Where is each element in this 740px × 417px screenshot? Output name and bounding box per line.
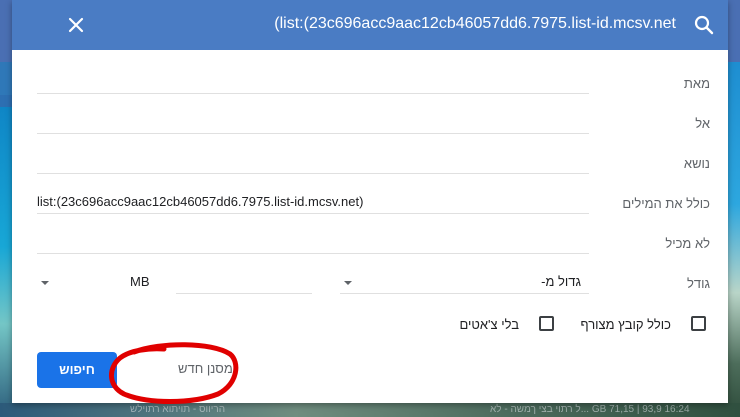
has-words-field[interactable]: list:(23c696acc9aac12cb46057dd6.7975.lis… (37, 190, 589, 214)
search-button[interactable]: חיפוש (37, 352, 117, 388)
from-label: מאת (683, 76, 710, 91)
doesnt-have-label: לא מכיל (665, 236, 710, 251)
doesnt-have-field[interactable] (37, 230, 589, 254)
has-attachment-label: כולל קובץ מצורף (580, 317, 672, 332)
subject-field[interactable] (37, 150, 589, 174)
size-operator-select[interactable]: גדול מ- (340, 270, 589, 294)
close-icon (68, 17, 84, 33)
background-right-edge (728, 62, 740, 417)
subject-label: נושא (683, 156, 710, 171)
has-words-label: כולל את המילים (622, 196, 710, 211)
has-words-value: list:(23c696acc9aac12cb46057dd6.7975.lis… (37, 194, 364, 209)
background-left-edge (0, 107, 12, 417)
size-amount-input[interactable] (176, 270, 312, 294)
advanced-search-dialog: (list:(23c696acc9aac12cb46057dd6.7975.li… (12, 0, 728, 403)
search-icon-button[interactable] (692, 13, 716, 37)
size-unit-select[interactable]: MB (37, 270, 157, 294)
search-icon (694, 15, 714, 35)
to-label: אל (695, 116, 710, 131)
to-field[interactable] (37, 110, 589, 134)
no-chats-label: בלי צ'אטים (459, 317, 519, 332)
no-chats-checkbox[interactable] (539, 316, 554, 331)
background-text-left: הריווס - תויתוא רתוילש (130, 404, 226, 415)
close-button[interactable] (66, 15, 86, 35)
has-attachment-checkbox[interactable] (691, 316, 706, 331)
background-text-right: 16:24 GB 71,15 | 93,9 ...ל רתוי בצי ךמשה… (490, 404, 690, 415)
size-unit-value: MB (130, 274, 150, 289)
from-field[interactable] (37, 70, 589, 94)
size-label: גודל (687, 276, 710, 291)
size-operator-value: גדול מ- (541, 274, 581, 289)
chevron-down-icon (41, 281, 49, 285)
chevron-down-icon (344, 281, 352, 285)
create-filter-button[interactable]: מסנן חדש (178, 361, 233, 376)
dialog-header: (list:(23c696acc9aac12cb46057dd6.7975.li… (12, 0, 728, 50)
search-query-text[interactable]: (list:(23c696acc9aac12cb46057dd6.7975.li… (274, 15, 676, 33)
